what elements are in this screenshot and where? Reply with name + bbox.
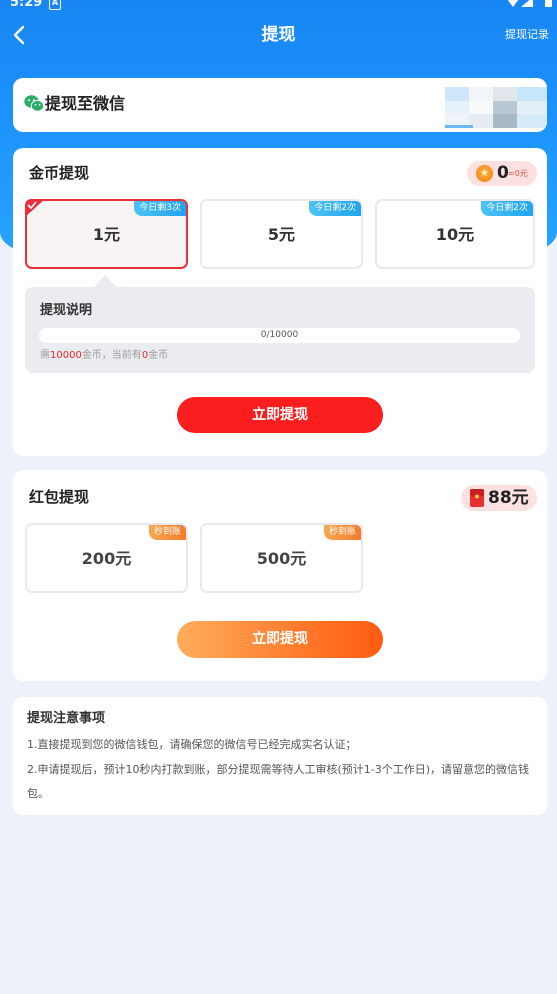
- coin-balance-approx: ≈0元: [508, 169, 528, 178]
- wechat-target-label: 提现至微信: [45, 94, 126, 113]
- red-envelope-icon: [470, 489, 484, 507]
- coin-icon: ★: [476, 165, 493, 182]
- withdraw-records-link[interactable]: 提现记录: [505, 28, 549, 42]
- wifi-icon: [507, 0, 519, 7]
- red-packet-withdraw-card: 红包提现 88元 秒到账 200元 秒到账 500元 立即提现: [13, 470, 547, 681]
- notes-title: 提现注意事项: [27, 711, 106, 726]
- remaining-times-badge: 今日剩2次: [481, 201, 533, 216]
- required-coins: 10000: [50, 350, 82, 361]
- red-packet-option-500[interactable]: 秒到账 500元: [200, 523, 363, 593]
- coin-progress-text: 0/10000: [260, 330, 299, 340]
- system-status-icons: [507, 0, 552, 7]
- note-item: 2.申请提现后，预计10秒内打款到账，部分提现需等待人工审核(预计1-3个工作日…: [27, 762, 530, 801]
- coin-requirement-text: 需10000金币，当前有0金币: [40, 350, 169, 361]
- coin-withdraw-title: 金币提现: [29, 164, 90, 182]
- option-amount: 1元: [92, 225, 121, 244]
- option-amount: 5元: [267, 225, 296, 244]
- red-packet-balance-value: 88元: [488, 488, 529, 508]
- option-amount: 500元: [256, 549, 307, 568]
- wechat-target-card[interactable]: 提现至微信: [13, 78, 547, 132]
- coin-balance-badge: ★ 0 ≈0元: [467, 161, 537, 186]
- instant-arrival-badge: 秒到账: [323, 525, 361, 540]
- user-avatar-image: [445, 87, 547, 128]
- battery-icon: [545, 0, 552, 7]
- note-item: 1.直接提现到您的微信钱包，请确保您的微信号已经完成实名认证；: [27, 738, 357, 751]
- notification-icon: A: [49, 0, 61, 10]
- explain-pointer: [94, 275, 116, 287]
- option-amount: 10元: [435, 225, 475, 244]
- signal-icon: [521, 0, 533, 7]
- wechat-icon: [24, 95, 44, 112]
- explanation-title: 提现说明: [40, 303, 93, 318]
- red-packet-title: 红包提现: [29, 488, 90, 506]
- coin-option-10[interactable]: 今日剩2次 10元: [375, 199, 535, 269]
- status-time: 5:29: [10, 0, 43, 10]
- coin-withdraw-card: 金币提现 ★ 0 ≈0元 今日剩3次 1元 今日剩2次 5元 今日剩2次 10元…: [13, 148, 547, 456]
- notes-list: 1.直接提现到您的微信钱包，请确保您的微信号已经完成实名认证； 2.申请提现后，…: [27, 733, 531, 807]
- instant-arrival-badge: 秒到账: [148, 525, 186, 540]
- remaining-times-badge: 今日剩3次: [134, 201, 186, 216]
- coin-option-1[interactable]: 今日剩3次 1元: [25, 199, 188, 269]
- remaining-times-badge: 今日剩2次: [309, 201, 361, 216]
- page-title: 提现: [261, 25, 296, 45]
- withdraw-explanation-panel: 提现说明 0/10000 需10000金币，当前有0金币: [25, 287, 535, 373]
- red-packet-option-200[interactable]: 秒到账 200元: [25, 523, 188, 593]
- red-packet-balance-badge: 88元: [461, 485, 537, 511]
- status-bar: 5:29 A: [0, 0, 557, 11]
- red-packet-withdraw-button[interactable]: 立即提现: [177, 621, 383, 658]
- coin-withdraw-button[interactable]: 立即提现: [177, 397, 383, 433]
- coin-option-5[interactable]: 今日剩2次 5元: [200, 199, 363, 269]
- withdraw-notes-card: 提现注意事项 1.直接提现到您的微信钱包，请确保您的微信号已经完成实名认证； 2…: [13, 697, 547, 815]
- option-amount: 200元: [81, 549, 132, 568]
- selected-check-icon: [25, 199, 45, 217]
- coin-progress-bar: 0/10000: [39, 328, 520, 343]
